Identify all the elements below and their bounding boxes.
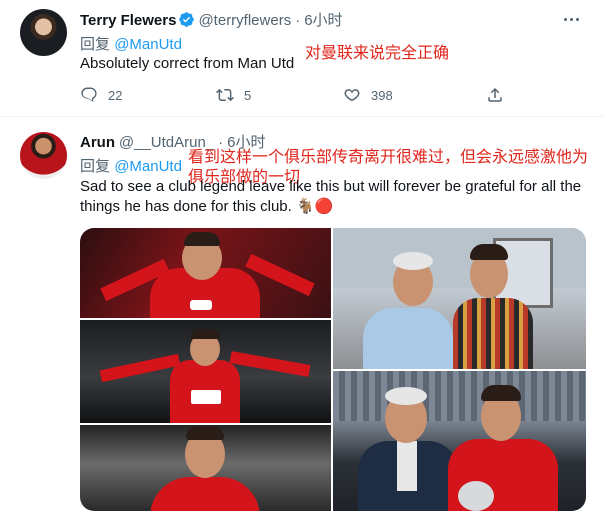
avatar[interactable] (20, 132, 67, 179)
media-collage[interactable] (80, 228, 586, 511)
like-count: 398 (371, 87, 393, 103)
photo-close-up[interactable] (80, 425, 331, 511)
translation-annotation-line1: 看到这样一个俱乐部传奇离开很难过，但会永远感激他为 (188, 147, 589, 166)
share-icon (488, 87, 502, 102)
reply-mention-link[interactable]: @ManUtd (114, 158, 182, 175)
reply-context: 回复 @ManUtd (80, 33, 182, 54)
timestamp[interactable]: 6小时 (304, 12, 342, 29)
retweet-icon (216, 88, 234, 102)
verified-badge-icon (178, 11, 195, 32)
photo-stadium[interactable] (333, 371, 586, 511)
tweet-text: Absolutely correct from Man Utd (80, 55, 295, 72)
display-name[interactable]: Arun (80, 134, 115, 151)
reply-count: 22 (108, 87, 123, 103)
reply-prefix: 回复 (80, 36, 111, 53)
photo-arms-spread[interactable] (80, 320, 331, 423)
avatar[interactable] (20, 9, 67, 56)
photo-with-manager[interactable] (333, 228, 586, 369)
reply-icon (81, 87, 97, 102)
user-handle[interactable]: @terryflewers (198, 12, 291, 29)
tweet-header: Terry Flewers @terryflewers · 6小时 (80, 11, 343, 32)
retweet-count: 5 (244, 87, 252, 103)
tweet-text-line2: things he has done for this club. 🐐🔴 (80, 198, 334, 215)
more-options-icon[interactable] (562, 9, 582, 29)
translation-annotation: 对曼联来说完全正确 (305, 43, 450, 62)
tweet-arun[interactable]: Arun @__UtdArun_ · 6小时 回复 @ManUtd 看到这样一个俱乐… (0, 118, 604, 511)
tweet-terry-flewers[interactable]: Terry Flewers @terryflewers · 6小时 回复 @ManUt… (0, 0, 604, 117)
share-button[interactable] (486, 86, 514, 104)
reply-prefix: 回复 (80, 158, 111, 175)
separator-dot: · (295, 12, 301, 29)
reply-mention-link[interactable]: @ManUtd (114, 36, 182, 53)
tweet-actions: 22 5 398 (80, 86, 510, 108)
heart-icon (344, 89, 360, 102)
photo-celebration[interactable] (80, 228, 331, 318)
retweet-button[interactable]: 5 (216, 86, 251, 104)
display-name[interactable]: Terry Flewers (80, 12, 176, 29)
like-button[interactable]: 398 (343, 86, 393, 104)
tweet-text-line1: Sad to see a club legend leave like this… (80, 178, 582, 195)
reply-context: 回复 @ManUtd (80, 155, 182, 176)
reply-button[interactable]: 22 (80, 86, 122, 104)
